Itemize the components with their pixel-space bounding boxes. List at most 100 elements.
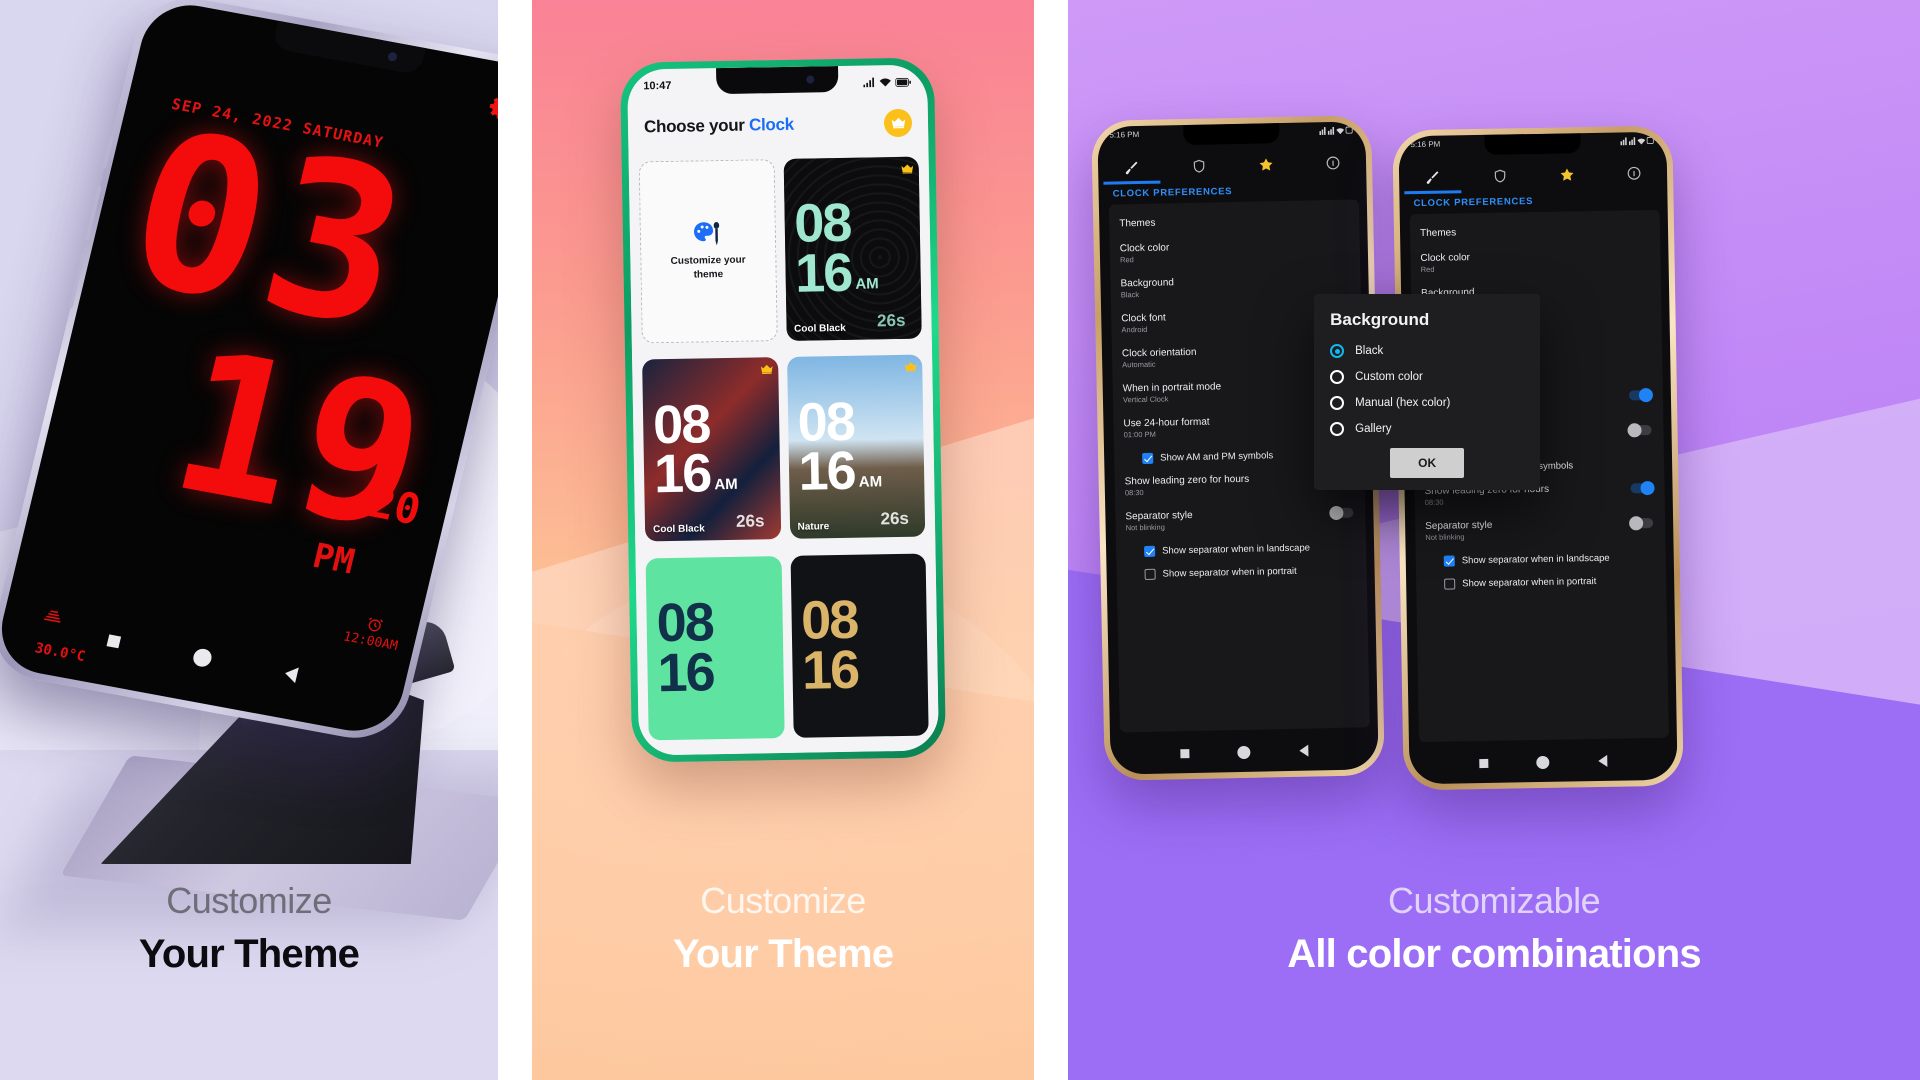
theme-card[interactable]: 08 16 [790,553,929,738]
panel3-caption: Customizable All color combinations [1068,880,1920,977]
radio-option-custom-color[interactable]: Custom color [1330,370,1524,384]
clock-ampm: PM [308,535,359,583]
theme-card[interactable]: 08 16 AM 26s Cool Black [642,357,781,542]
premium-crown-button[interactable] [883,108,913,138]
theme-card[interactable]: 08 16 AM 26s Cool Black [783,156,922,341]
setting-row-clock-color[interactable]: Clock color Red [1420,243,1651,282]
android-navigation-bar [1409,748,1677,777]
checkbox-icon [1144,568,1156,580]
panel1-caption: Customize Your Theme [0,880,498,977]
caption-bottom: Your Theme [138,932,360,976]
checkbox-label: Show separator when in landscape [1162,542,1311,557]
status-icons [863,77,911,88]
status-bar: 10:47 [627,71,927,96]
radio-label: Black [1355,345,1384,357]
settings-tab-bar [1098,145,1367,185]
tab-info[interactable] [1299,145,1367,180]
toggle-separator-style[interactable] [1329,505,1354,521]
back-button[interactable] [282,665,299,683]
caption-top: Customize [700,880,866,921]
radio-label: Manual (hex color) [1355,397,1451,409]
theme-minutes: 16 [657,641,715,703]
back-button[interactable] [1299,744,1309,757]
toggle-portrait-mode[interactable] [1628,387,1654,403]
theme-card-time: 08 16 [790,553,929,737]
home-button[interactable] [1237,745,1252,759]
background-dialog: Background Black Custom color Manual (he… [1314,294,1541,490]
theme-hours: 08 [652,393,710,455]
tab-shield[interactable] [1165,148,1233,183]
checkbox-label: Show separator when in landscape [1461,552,1610,567]
info-icon [1326,156,1340,170]
palette-icon [693,222,720,246]
caption-bottom: Your Theme [672,932,894,976]
back-button[interactable] [1598,754,1608,767]
theme-minutes: 16 [653,443,711,505]
theme-card[interactable]: 08 16 AM 26s Nature [786,354,926,540]
toggle-separator-style[interactable] [1629,516,1654,531]
status-time: 10:47 [643,79,672,93]
theme-ampm: AM [855,275,879,293]
status-bar: 5:16 PM [1399,136,1667,157]
theme-name: Nature [797,521,830,534]
customize-label-line1: Customize your [670,254,746,267]
status-time: 5:16 PM [1410,139,1441,150]
tab-favorites[interactable] [1232,147,1300,182]
home-button[interactable] [191,647,214,669]
tab-favorites[interactable] [1533,157,1601,192]
checkbox-icon [1443,555,1456,567]
page-title-accent: Clock [748,114,795,135]
tab-appearance[interactable] [1098,149,1166,184]
crown-icon [901,164,914,174]
recents-button[interactable] [1180,748,1190,758]
theme-name: Cool Black [653,523,705,536]
radio-label: Gallery [1355,423,1392,435]
tab-shield[interactable] [1466,158,1534,193]
status-bar: 5:16 PM [1097,125,1365,147]
brush-icon [1125,161,1138,174]
radio-option-black[interactable]: Black [1330,344,1524,358]
toggle-leading-zero[interactable] [1630,480,1655,496]
theme-hours: 08 [793,193,851,255]
recents-button[interactable] [106,634,122,649]
recents-button[interactable] [1479,758,1489,768]
theme-hours: 08 [797,391,855,453]
crown-icon [904,362,917,372]
setting-row-clock-color[interactable]: Clock color Red [1120,233,1351,273]
radio-option-manual-hex[interactable]: Manual (hex color) [1330,396,1524,410]
crown-icon [891,117,905,129]
setting-row-separator-style[interactable]: Separator style Not blinking [1425,511,1656,550]
radio-icon [1330,344,1345,358]
battery-icon [895,77,911,87]
dialog-title: Background [1330,310,1430,329]
radio-option-gallery[interactable]: Gallery [1330,422,1524,436]
setting-title: Themes [1119,217,1156,230]
crown-icon [760,365,773,375]
checkbox-row-separator-portrait[interactable]: Show separator when in portrait [1426,569,1656,596]
tab-info[interactable] [1600,156,1668,191]
panel-divider-1 [498,0,533,1080]
theme-card[interactable]: 08 16 [645,555,785,741]
caption-top: Customize [166,880,332,921]
panel-customize-theme-clock: SEP 24, 2022 SATURDAY 03 19 20 PM 12:00A… [0,0,499,1080]
customize-theme-card[interactable]: Customize your theme [638,159,778,344]
theme-hours: 08 [656,592,714,654]
wifi-icon [879,78,891,87]
gear-icon[interactable] [483,90,499,125]
checkbox-label: Show separator when in portrait [1462,576,1597,590]
checkbox-row-separator-portrait[interactable]: Show separator when in portrait [1127,559,1357,587]
ok-button[interactable]: OK [1390,448,1465,478]
setting-row-separator-style[interactable]: Separator style Not blinking [1125,501,1356,541]
panel-choose-your-clock: 10:47 Choose your Clock Customize your t… [532,0,1034,1080]
theme-hours: 08 [800,589,858,651]
tab-appearance[interactable] [1399,159,1467,194]
toggle-24h-format[interactable] [1627,423,1652,438]
setting-title: Themes [1420,227,1457,240]
phone-mockup-2: 10:47 Choose your Clock Customize your t… [619,57,947,763]
status-icons [1620,136,1655,153]
premium-crown-badge [760,362,773,380]
home-button[interactable] [1536,755,1551,769]
radio-icon [1330,370,1345,384]
premium-crown-badge [904,359,917,377]
theme-ampm: AM [714,476,738,494]
